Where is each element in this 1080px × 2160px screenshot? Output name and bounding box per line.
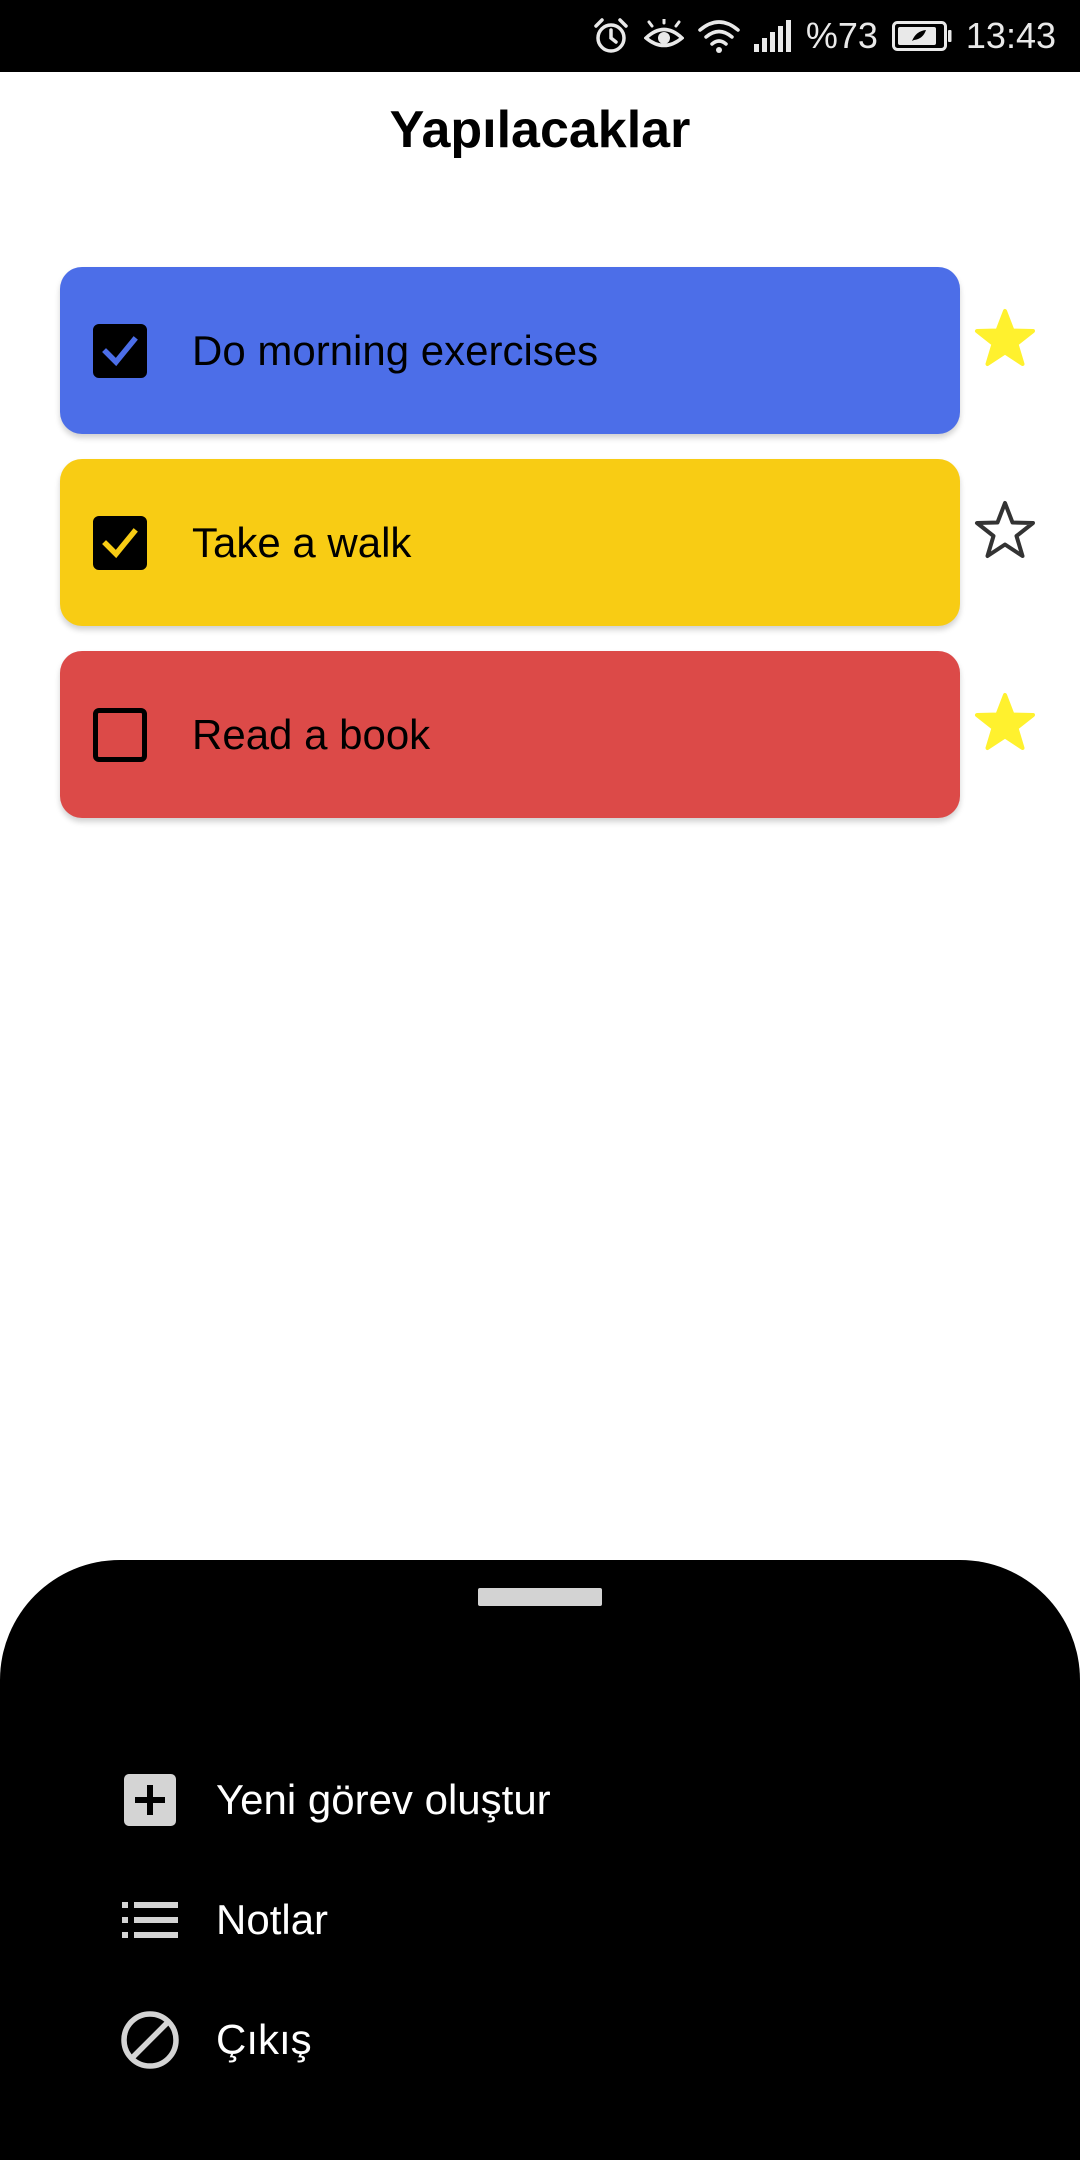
menu-item-label: Çıkış bbox=[216, 2016, 312, 2063]
status-bar: %73 13:43 bbox=[0, 0, 1080, 72]
list-icon bbox=[118, 1888, 182, 1952]
task-label: Do morning exercises bbox=[192, 327, 599, 374]
menu-item-label: Notlar bbox=[216, 1896, 329, 1943]
menu-item-new-task[interactable]: Yeni görev oluştur bbox=[118, 1755, 978, 1845]
menu-item-label: Yeni görev oluştur bbox=[216, 1776, 551, 1823]
task-label: Take a walk bbox=[192, 519, 412, 566]
task-row[interactable]: Take a walk bbox=[60, 459, 960, 626]
battery-icon bbox=[891, 0, 952, 72]
wifi-icon bbox=[698, 0, 740, 72]
star-filled-icon[interactable] bbox=[972, 690, 1038, 756]
sheet-drag-handle[interactable] bbox=[478, 1588, 602, 1606]
clock: 13:43 bbox=[965, 15, 1056, 56]
task-checkbox[interactable] bbox=[93, 324, 147, 378]
task-row[interactable]: Do morning exercises bbox=[60, 267, 960, 434]
bottom-sheet: Yeni görev oluştur Notlar Çıkış bbox=[0, 1560, 1080, 2160]
menu-item-exit[interactable]: Çıkış bbox=[118, 1995, 978, 2085]
task-row[interactable]: Read a book bbox=[60, 651, 960, 818]
page-title: Yapılacaklar bbox=[389, 101, 691, 159]
star-outline-icon[interactable] bbox=[972, 498, 1038, 564]
add-box-icon bbox=[118, 1768, 182, 1832]
task-label: Read a book bbox=[192, 711, 431, 758]
task-checkbox[interactable] bbox=[93, 516, 147, 570]
screen: %73 13:43 Yapılacaklar Do morning exerci… bbox=[0, 0, 1080, 2160]
block-icon bbox=[118, 2008, 182, 2072]
check-icon bbox=[102, 528, 138, 559]
battery-percent: %73 bbox=[805, 15, 878, 56]
task-checkbox[interactable] bbox=[93, 708, 147, 762]
eye-comfort-icon bbox=[643, 0, 684, 72]
star-filled-icon[interactable] bbox=[972, 306, 1038, 372]
check-icon bbox=[102, 336, 138, 367]
signal-icon bbox=[753, 0, 792, 72]
alarm-icon bbox=[592, 0, 630, 72]
menu-item-notes[interactable]: Notlar bbox=[118, 1875, 978, 1965]
